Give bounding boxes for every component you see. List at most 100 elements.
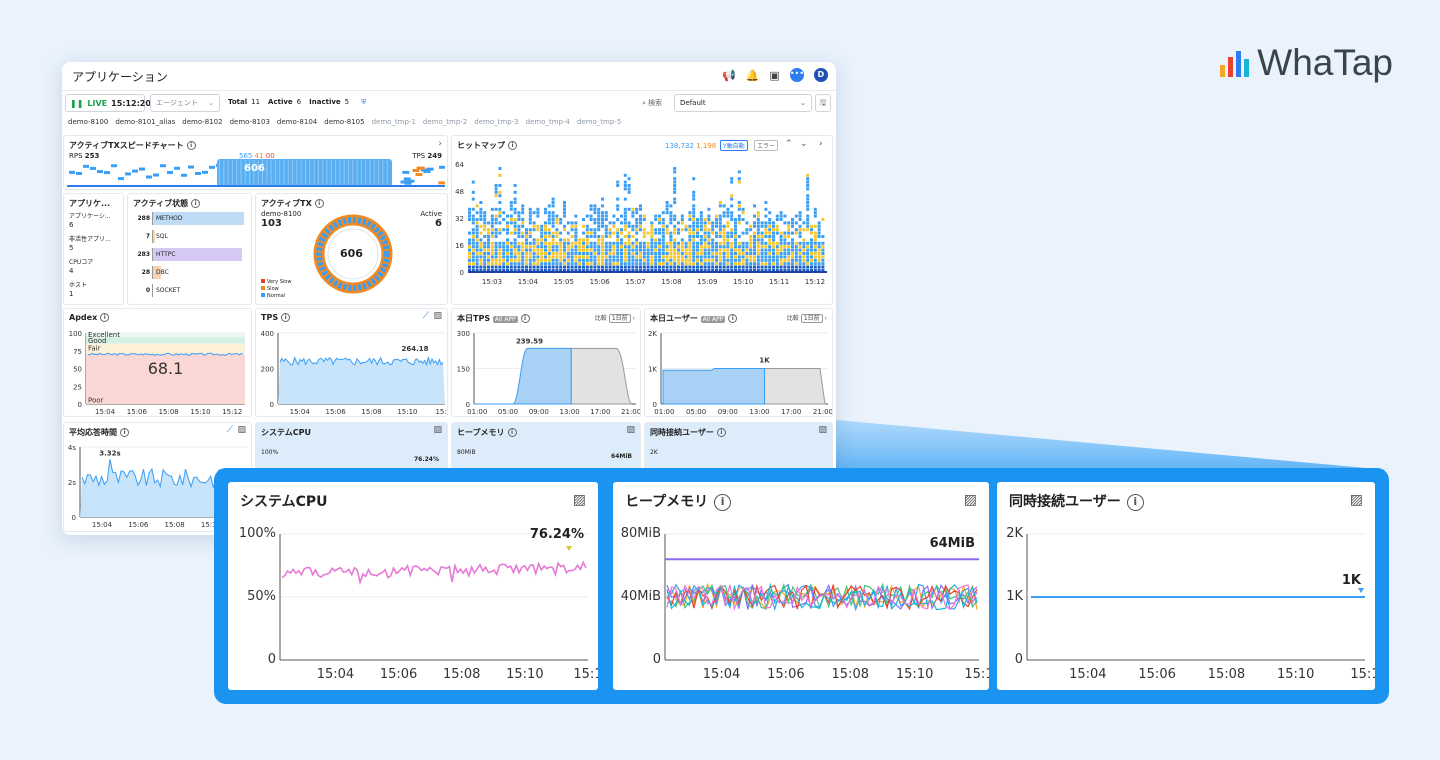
image-icon[interactable]: ▨: [433, 311, 442, 321]
hitmap-cell: [726, 265, 730, 269]
xtick: 15:08: [165, 521, 185, 529]
hitmap-cell: [597, 238, 601, 242]
image-icon[interactable]: ▨: [237, 425, 246, 435]
hitmap-cell: [487, 228, 490, 232]
astate-row[interactable]: 0 SOCKET: [132, 282, 248, 300]
image-icon[interactable]: ▨: [1350, 492, 1363, 508]
info-icon[interactable]: i: [716, 428, 726, 437]
layout-icon[interactable]: ▣: [769, 69, 779, 82]
astate-row[interactable]: 283 HTTPC: [132, 246, 248, 264]
more-icon[interactable]: •••: [789, 68, 804, 82]
hitmap-cell: [775, 218, 779, 221]
agent-tab[interactable]: demo-8104: [277, 118, 317, 126]
line-chart-icon[interactable]: ⟋: [423, 311, 429, 321]
info-icon[interactable]: i: [314, 199, 324, 208]
hitmap-cell: [813, 235, 817, 238]
agent-tab[interactable]: demo-8100: [68, 118, 108, 126]
hitmap-cell: [627, 187, 631, 191]
compare-button[interactable]: 1日前: [800, 314, 823, 323]
cpu-line: [281, 560, 587, 586]
compare-label: 比較: [594, 315, 607, 322]
hitmap-cell: [601, 245, 604, 249]
hitmap-cell: [768, 241, 772, 245]
info-icon[interactable]: i: [191, 199, 201, 208]
info-icon[interactable]: i: [1126, 493, 1144, 511]
hitmap-cell: [623, 224, 627, 228]
shield-icon[interactable]: ⛨: [361, 98, 366, 107]
hitmap-cell: [513, 221, 517, 225]
image-icon[interactable]: ▨: [626, 425, 635, 435]
speed-particle: [423, 170, 431, 174]
xtick: 15:06: [767, 667, 804, 682]
hitmap-cell: [502, 255, 506, 259]
avatar[interactable]: D: [813, 68, 828, 82]
save-icon[interactable]: 🖫: [815, 94, 831, 112]
astate-row[interactable]: 7 SQL: [132, 228, 248, 246]
speed-stream-line: [219, 160, 220, 186]
hitmap-cell: [494, 258, 498, 262]
error-button[interactable]: エラー: [754, 140, 779, 151]
chevron-right-icon[interactable]: ›: [438, 139, 442, 149]
agent-tab[interactable]: demo-8102: [182, 118, 222, 126]
info-icon[interactable]: i: [281, 313, 291, 322]
astate-row[interactable]: 288 METHOD: [132, 210, 248, 228]
hitmap-cell: [498, 255, 502, 259]
hitmap-cell: [768, 265, 772, 269]
line-chart-icon[interactable]: ⟋: [227, 425, 233, 435]
hitmap-cell: [730, 231, 734, 235]
info-icon[interactable]: i: [100, 313, 110, 322]
y-axis-auto-button[interactable]: Y軸自動: [720, 140, 748, 151]
chevron-right-icon[interactable]: ›: [819, 139, 823, 149]
info-icon[interactable]: i: [508, 141, 517, 150]
info-icon[interactable]: i: [507, 428, 517, 437]
agent-select[interactable]: エージェント ⌄: [150, 94, 220, 112]
hitmap-cell: [821, 235, 825, 238]
info-icon[interactable]: i: [186, 141, 196, 150]
info-icon[interactable]: i: [714, 493, 732, 511]
hitmap-cell: [779, 262, 783, 266]
hitmap-cell: [468, 265, 471, 269]
image-icon[interactable]: ▨: [573, 492, 586, 508]
agent-tab[interactable]: demo-8101_alias: [115, 118, 175, 126]
bell-icon[interactable]: 🔔: [746, 69, 760, 82]
hitmap-cell: [730, 262, 734, 266]
info-icon[interactable]: i: [520, 314, 530, 323]
speed-particle: [69, 170, 75, 174]
hitmap-cell: [555, 214, 559, 218]
hitmap-cell: [707, 214, 711, 218]
agent-tab[interactable]: demo_tmp-5: [577, 118, 621, 126]
compare-button[interactable]: 1日前: [608, 314, 631, 323]
hitmap-cell: [813, 207, 817, 211]
hitmap-cell: [494, 241, 498, 245]
hitmap-cell: [597, 221, 601, 225]
chevron-down-icon[interactable]: ⌄: [800, 139, 808, 149]
hitmap-cell: [734, 218, 737, 221]
chevron-up-icon[interactable]: ⌃: [785, 139, 793, 149]
info-icon[interactable]: i: [728, 314, 738, 323]
live-toggle[interactable]: ❚❚ LIVE 15:12:20: [65, 94, 151, 112]
preset-select[interactable]: Default ⌄: [674, 94, 812, 112]
agent-tab[interactable]: demo_tmp-4: [526, 118, 570, 126]
xtick: 15:12: [222, 408, 242, 416]
hitmap-cell: [612, 248, 616, 252]
hitmap-cell: [593, 235, 597, 238]
hitmap-cell: [775, 248, 779, 252]
agent-tab[interactable]: demo_tmp-1: [372, 118, 416, 126]
agent-tab[interactable]: demo_tmp-2: [423, 118, 467, 126]
image-icon[interactable]: ▨: [818, 425, 827, 435]
hitmap-cell: [479, 231, 483, 235]
hitmap-cell: [680, 238, 684, 242]
hitmap-cell: [544, 255, 547, 259]
atx-legend-item: Normal: [261, 293, 291, 300]
info-icon[interactable]: i: [120, 428, 129, 437]
megaphone-icon[interactable]: 📢: [722, 69, 736, 82]
image-icon[interactable]: ▨: [433, 425, 442, 435]
agent-tab[interactable]: demo-8105: [324, 118, 364, 126]
hitmap-cell: [692, 231, 696, 235]
agent-tab[interactable]: demo-8103: [230, 118, 270, 126]
hitmap-cell: [608, 245, 612, 249]
image-icon[interactable]: ▨: [964, 492, 977, 508]
hitmap-cell: [627, 235, 631, 238]
agent-tab[interactable]: demo_tmp-3: [474, 118, 518, 126]
astate-row[interactable]: 28 DBC: [132, 264, 248, 282]
